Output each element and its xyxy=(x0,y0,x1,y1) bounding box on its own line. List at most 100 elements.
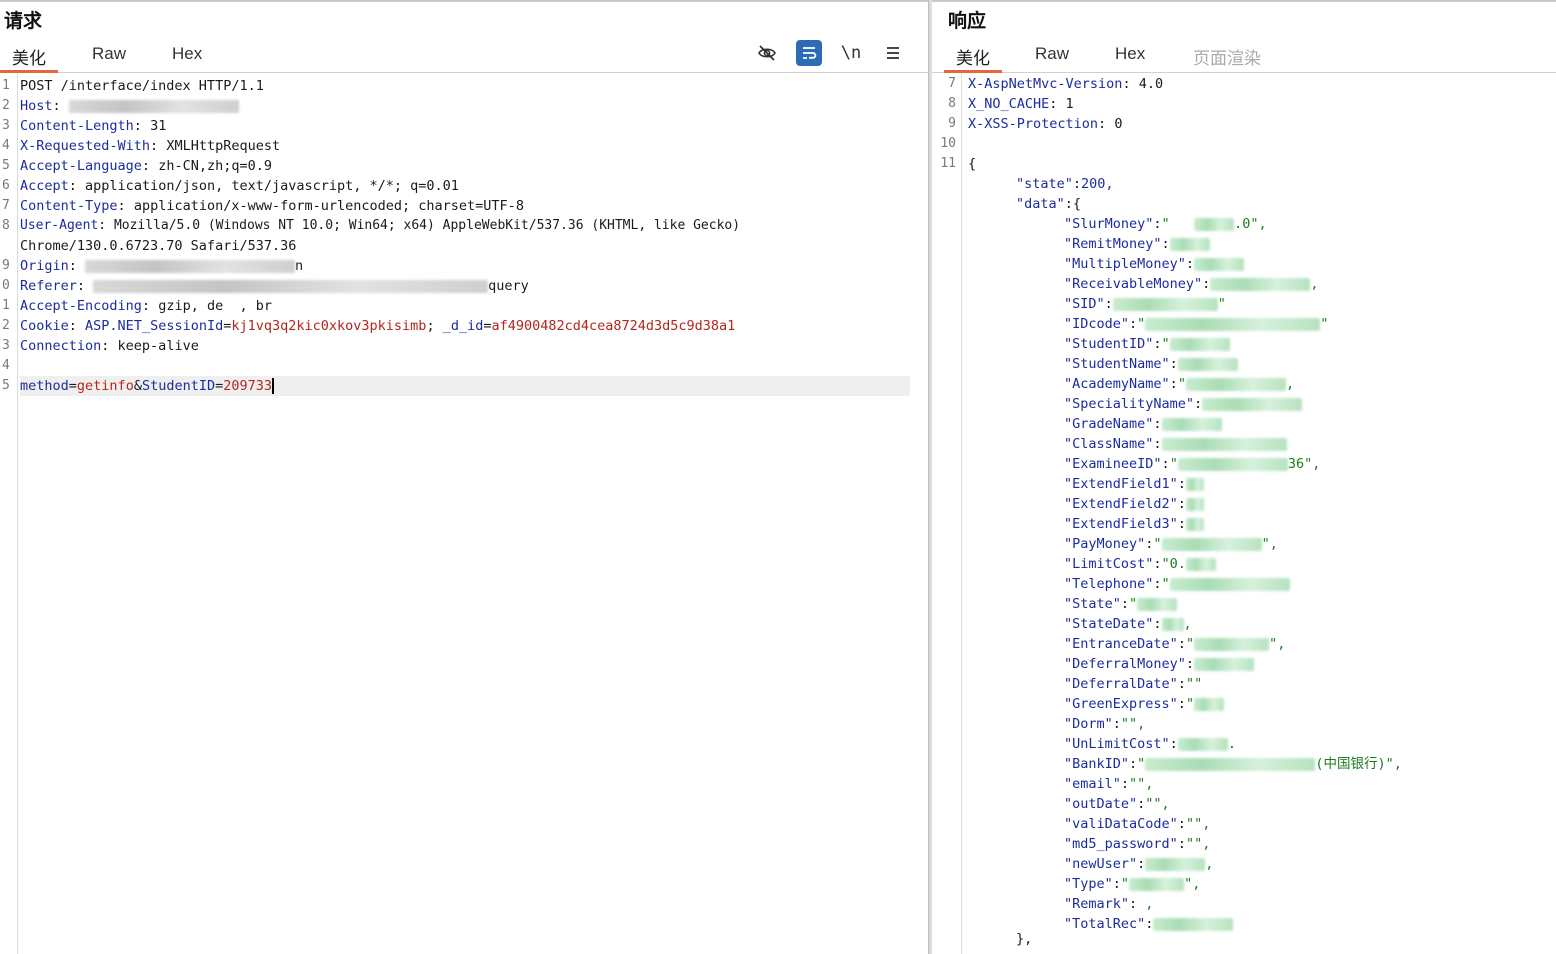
json-field-line: "ClassName": xyxy=(1064,434,1287,454)
line-number: 3 xyxy=(2,338,10,353)
request-line: X-Requested-With: XMLHttpRequest xyxy=(20,138,281,154)
json-field-line: "StudentID":" xyxy=(1064,334,1230,354)
request-line: Chrome/130.0.6723.70 Safari/537.36 xyxy=(20,238,297,254)
response-editor[interactable]: 7 8 9 10 11 X-AspNetMvc-Version: 4.0 X_N… xyxy=(932,74,1556,954)
line-number: 5 xyxy=(2,378,10,393)
request-body-line: method=getinfo&StudentID=209733 xyxy=(20,378,275,394)
tab-raw[interactable]: Raw xyxy=(92,44,126,73)
redacted-value xyxy=(93,279,489,293)
json-field-line: "BankID":" (中国银行)", xyxy=(1064,756,1402,772)
json-field-line: "IDcode":" " xyxy=(1064,316,1329,332)
tab-hex[interactable]: Hex xyxy=(1115,44,1145,73)
json-field-line: "ExamineeID":" 36", xyxy=(1064,456,1321,472)
json-field-line: "MultipleMoney": xyxy=(1064,254,1245,274)
redacted-value xyxy=(1202,397,1303,411)
json-close-brace: }, xyxy=(1016,931,1033,947)
request-line: Content-Length: 31 xyxy=(20,118,167,134)
tab-hex[interactable]: Hex xyxy=(172,44,202,73)
json-field-line: "Dorm":"", xyxy=(1064,716,1146,732)
newline-icon[interactable]: \n xyxy=(838,40,864,66)
line-number: 1 xyxy=(2,78,10,93)
json-field-line: "valiDataCode":"", xyxy=(1064,816,1211,832)
json-field-line: "md5_password":"", xyxy=(1064,836,1211,852)
json-field-line: "outDate":"", xyxy=(1064,796,1170,812)
line-number: 1 xyxy=(2,298,10,313)
redacted-value xyxy=(1194,657,1255,671)
response-tabs: 美化 Raw Hex 页面渲染 xyxy=(932,42,1556,73)
json-field-line: "SlurMoney":" .0", xyxy=(1064,216,1267,232)
json-field-line: "SpecialityName": xyxy=(1064,394,1303,414)
line-number: 4 xyxy=(2,138,10,153)
redacted-value xyxy=(1185,557,1216,571)
request-toolbar: \n xyxy=(752,40,912,68)
tab-render[interactable]: 页面渲染 xyxy=(1193,44,1261,73)
response-title: 响应 xyxy=(948,11,987,32)
line-number: 9 xyxy=(948,116,956,131)
json-field-line: "Telephone":" xyxy=(1064,574,1290,594)
json-field-line: "AcademyName":", xyxy=(1064,376,1295,392)
redacted-value xyxy=(1161,417,1222,431)
json-field-line: "Type":" ", xyxy=(1064,876,1201,892)
response-header-line: X_NO_CACHE: 1 xyxy=(968,96,1074,112)
json-field-line: "TotalRec": xyxy=(1064,914,1234,934)
line-number: 0 xyxy=(2,278,10,293)
redacted-value xyxy=(1129,877,1185,891)
json-field-line: "EntranceDate":" ", xyxy=(1064,636,1286,652)
json-field-line: "StudentName": xyxy=(1064,354,1238,374)
line-number: 2 xyxy=(2,318,10,333)
redacted-value xyxy=(1161,437,1287,451)
response-header-line: X-XSS-Protection: 0 xyxy=(968,116,1123,132)
tab-raw[interactable]: Raw xyxy=(1035,44,1069,73)
redacted-value xyxy=(1185,517,1204,531)
response-code[interactable]: X-AspNetMvc-Version: 4.0 X_NO_CACHE: 1 X… xyxy=(968,74,1556,954)
line-number: 8 xyxy=(948,96,956,111)
line-number: 9 xyxy=(2,258,10,273)
redacted-value xyxy=(85,259,296,273)
redacted-value xyxy=(1194,257,1245,271)
json-field-line: "GradeName": xyxy=(1064,414,1222,434)
line-number: 6 xyxy=(2,178,10,193)
json-field-line: "Remark": , xyxy=(1064,896,1154,912)
request-title: 请求 xyxy=(4,11,43,32)
tab-pretty[interactable]: 美化 xyxy=(0,44,58,73)
redacted-value xyxy=(1185,477,1204,491)
line-number: 5 xyxy=(2,158,10,173)
redacted-value xyxy=(1185,497,1204,511)
redacted-value xyxy=(1161,537,1262,551)
json-field-line: "DeferralDate":"" xyxy=(1064,676,1203,692)
redacted-value xyxy=(1169,237,1210,251)
menu-icon[interactable] xyxy=(880,40,906,66)
line-number: 3 xyxy=(2,118,10,133)
request-line: Origin: n xyxy=(20,258,304,274)
json-field-line: "newUser":, xyxy=(1064,856,1214,872)
json-field-line: "email":"", xyxy=(1064,776,1154,792)
request-line: Host: xyxy=(20,96,239,116)
line-number: 7 xyxy=(2,198,10,213)
redacted-value xyxy=(1145,857,1206,871)
request-line: Cookie: ASP.NET_SessionId=kj1vq3q2kic0xk… xyxy=(20,318,736,334)
request-editor[interactable]: 1 2 3 4 5 6 7 8 9 0 1 2 3 4 5 POST /inte… xyxy=(0,74,928,954)
json-field-line: "ExtendField1": xyxy=(1064,474,1204,494)
request-line: Referer: query xyxy=(20,278,529,294)
redacted-value xyxy=(1177,457,1288,471)
tab-pretty[interactable]: 美化 xyxy=(944,44,1002,73)
request-code[interactable]: POST /interface/index HTTP/1.1 Host: Con… xyxy=(20,74,928,954)
json-field-line: "ReceivableMoney":, xyxy=(1064,276,1319,292)
json-field-line: "State":" xyxy=(1064,594,1178,614)
json-field-line: "StateDate":, xyxy=(1064,616,1192,632)
redacted-value xyxy=(1161,617,1184,631)
json-open-brace: { xyxy=(968,156,977,172)
redacted-value xyxy=(1145,757,1316,771)
eye-off-icon[interactable] xyxy=(754,40,780,66)
json-field-line: "ExtendField2": xyxy=(1064,494,1204,514)
json-state-line: "state":200, xyxy=(1016,176,1114,192)
line-gutter xyxy=(932,74,962,954)
request-line: Content-Type: application/x-www-form-url… xyxy=(20,198,524,214)
line-number: 7 xyxy=(948,76,956,91)
request-line: Connection: keep-alive xyxy=(20,338,199,354)
redacted-value xyxy=(1145,317,1321,331)
json-field-line: "LimitCost":"0. xyxy=(1064,554,1216,574)
redacted-value xyxy=(1177,357,1238,371)
json-field-line: "DeferralMoney": xyxy=(1064,654,1255,674)
wrap-icon[interactable] xyxy=(796,40,822,66)
